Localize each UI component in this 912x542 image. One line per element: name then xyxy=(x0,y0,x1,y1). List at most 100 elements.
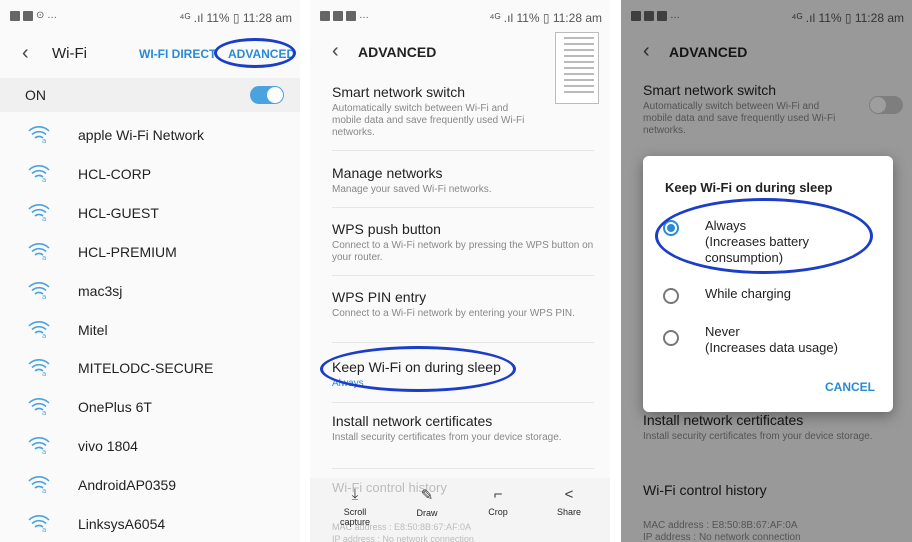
svg-text:a: a xyxy=(42,215,46,222)
item-desc: Manage your saved Wi-Fi networks. xyxy=(332,184,492,195)
network-item[interactable]: a Mitel xyxy=(0,311,300,349)
divider xyxy=(332,150,594,151)
status-bar: ⊙ … ⁴ᴳ .ıl 11% ▯ 11:28 am xyxy=(0,0,300,30)
divider xyxy=(332,402,594,403)
svg-text:a: a xyxy=(42,409,46,416)
wifi-toggle-row[interactable]: ON xyxy=(0,78,300,112)
item-desc: Connect to a Wi-Fi network by entering y… xyxy=(332,308,575,319)
wifi-secured-icon: a xyxy=(28,474,50,495)
advanced-screen: … ⁴ᴳ .ıl 11% ▯ 11:28 am ‹ ADVANCED Smart… xyxy=(310,0,610,542)
share-button[interactable]: < Share xyxy=(544,486,594,517)
back-arrow-icon[interactable]: ‹ xyxy=(332,40,339,63)
network-name: HCL-PREMIUM xyxy=(78,243,177,260)
network-item[interactable]: a vivo 1804 xyxy=(0,427,300,465)
svg-text:a: a xyxy=(42,293,46,300)
install-certificates-item[interactable]: Install network certificates Install sec… xyxy=(332,413,594,444)
option-label: Never (Increases data usage) xyxy=(705,324,838,355)
pen-icon: ✎ xyxy=(420,487,434,504)
scroll-capture-label: Scroll capture xyxy=(339,507,371,527)
network-name: AndroidAP0359 xyxy=(78,477,177,494)
item-title: Smart network switch xyxy=(332,84,466,100)
item-desc: Automatically switch between Wi-Fi and m… xyxy=(332,103,525,138)
item-title: WPS PIN entry xyxy=(332,289,427,305)
dialog-title: Keep Wi-Fi on during sleep xyxy=(665,180,833,195)
network-item[interactable]: a LinksysA6054 xyxy=(0,505,300,542)
network-name: apple Wi-Fi Network xyxy=(78,127,205,143)
scroll-capture-button[interactable]: ⤓ Scroll capture xyxy=(330,486,380,527)
network-item[interactable]: a OnePlus 6T xyxy=(0,388,300,426)
draw-button[interactable]: ✎ Draw xyxy=(402,486,452,518)
status-right: ⁴ᴳ .ıl 11% ▯ 11:28 am xyxy=(179,11,292,25)
radio-icon[interactable] xyxy=(663,330,679,346)
network-name: MITELODC-SECURE xyxy=(78,360,214,377)
wps-push-button-item[interactable]: WPS push button Connect to a Wi-Fi netwo… xyxy=(332,221,594,264)
page-title: ADVANCED xyxy=(358,44,437,60)
wifi-toggle[interactable] xyxy=(250,86,284,104)
svg-text:a: a xyxy=(42,137,46,144)
crop-button[interactable]: ⌐ Crop xyxy=(473,486,523,517)
item-title: Install network certificates xyxy=(332,413,493,429)
wifi-secured-icon: a xyxy=(28,513,50,534)
advanced-dialog-screen: … ⁴ᴳ .ıl 11% ▯ 11:28 am ‹ ADVANCED Smart… xyxy=(621,0,912,542)
wifi-secured-icon: a xyxy=(28,241,50,262)
smart-network-switch-item[interactable]: Smart network switch Automatically switc… xyxy=(332,84,594,139)
network-item[interactable]: a HCL-PREMIUM xyxy=(0,233,300,271)
screenshot-toolbar: Wi-Fi control history MAC address : E8:5… xyxy=(310,478,610,542)
back-arrow-icon[interactable]: ‹ xyxy=(22,42,29,65)
svg-text:a: a xyxy=(42,370,46,377)
wifi-secured-icon: a xyxy=(28,357,50,378)
wps-pin-entry-item[interactable]: WPS PIN entry Connect to a Wi-Fi network… xyxy=(332,289,594,320)
network-name: HCL-CORP xyxy=(78,165,152,182)
network-item[interactable]: a MITELODC-SECURE xyxy=(0,349,300,387)
annotation-circle xyxy=(655,198,873,274)
wifi-direct-button[interactable]: WI-FI DIRECT xyxy=(139,47,216,61)
svg-text:a: a xyxy=(42,332,46,339)
share-label: Share xyxy=(556,507,582,517)
option-label: While charging xyxy=(705,286,791,301)
wifi-on-label: ON xyxy=(25,87,46,103)
svg-text:a: a xyxy=(42,487,46,494)
scroll-capture-icon: ⤓ xyxy=(351,486,359,503)
wifi-secured-icon: a xyxy=(28,163,50,184)
share-icon: < xyxy=(564,486,574,503)
status-right: ⁴ᴳ .ıl 11% ▯ 11:28 am xyxy=(489,11,602,25)
wifi-secured-icon: a xyxy=(28,319,50,340)
status-bar: … ⁴ᴳ .ıl 11% ▯ 11:28 am xyxy=(310,0,610,30)
manage-networks-item[interactable]: Manage networks Manage your saved Wi-Fi … xyxy=(332,165,594,196)
network-item[interactable]: a mac3sj xyxy=(0,272,300,310)
keep-wifi-on-dialog: Keep Wi-Fi on during sleep Always (Increa… xyxy=(643,156,893,412)
wifi-secured-icon: a xyxy=(28,396,50,417)
radio-icon[interactable] xyxy=(663,288,679,304)
wifi-secured-icon: a xyxy=(28,280,50,301)
network-name: HCL-GUEST xyxy=(78,204,159,221)
divider xyxy=(332,275,594,276)
faded-ip: IP address : No network connection xyxy=(332,534,474,542)
crop-label: Crop xyxy=(488,507,508,517)
wifi-secured-icon: a xyxy=(28,435,50,456)
wifi-secured-icon: a xyxy=(28,124,50,145)
network-item[interactable]: a apple Wi-Fi Network xyxy=(0,116,300,154)
annotation-circle xyxy=(214,38,296,68)
divider xyxy=(332,342,594,343)
svg-text:a: a xyxy=(42,448,46,455)
wifi-screen: ⊙ … ⁴ᴳ .ıl 11% ▯ 11:28 am ‹ Wi-Fi WI-FI … xyxy=(0,0,300,542)
item-title: Manage networks xyxy=(332,165,443,181)
network-item[interactable]: a HCL-CORP xyxy=(0,155,300,193)
crop-icon: ⌐ xyxy=(493,486,503,503)
network-name: mac3sj xyxy=(78,282,123,299)
draw-label: Draw xyxy=(416,508,438,518)
network-name: vivo 1804 xyxy=(78,438,138,455)
svg-text:a: a xyxy=(42,176,46,183)
divider xyxy=(332,468,594,469)
svg-text:a: a xyxy=(42,254,46,261)
page-title: Wi-Fi xyxy=(52,45,87,62)
annotation-circle xyxy=(320,346,516,392)
network-item[interactable]: a HCL-GUEST xyxy=(0,194,300,232)
divider xyxy=(332,207,594,208)
network-item[interactable]: a AndroidAP0359 xyxy=(0,466,300,504)
item-title: WPS push button xyxy=(332,221,441,237)
network-name: LinksysA6054 xyxy=(78,516,166,532)
cancel-button[interactable]: CANCEL xyxy=(825,380,875,394)
network-name: OnePlus 6T xyxy=(78,399,152,416)
network-name: Mitel xyxy=(78,321,108,338)
